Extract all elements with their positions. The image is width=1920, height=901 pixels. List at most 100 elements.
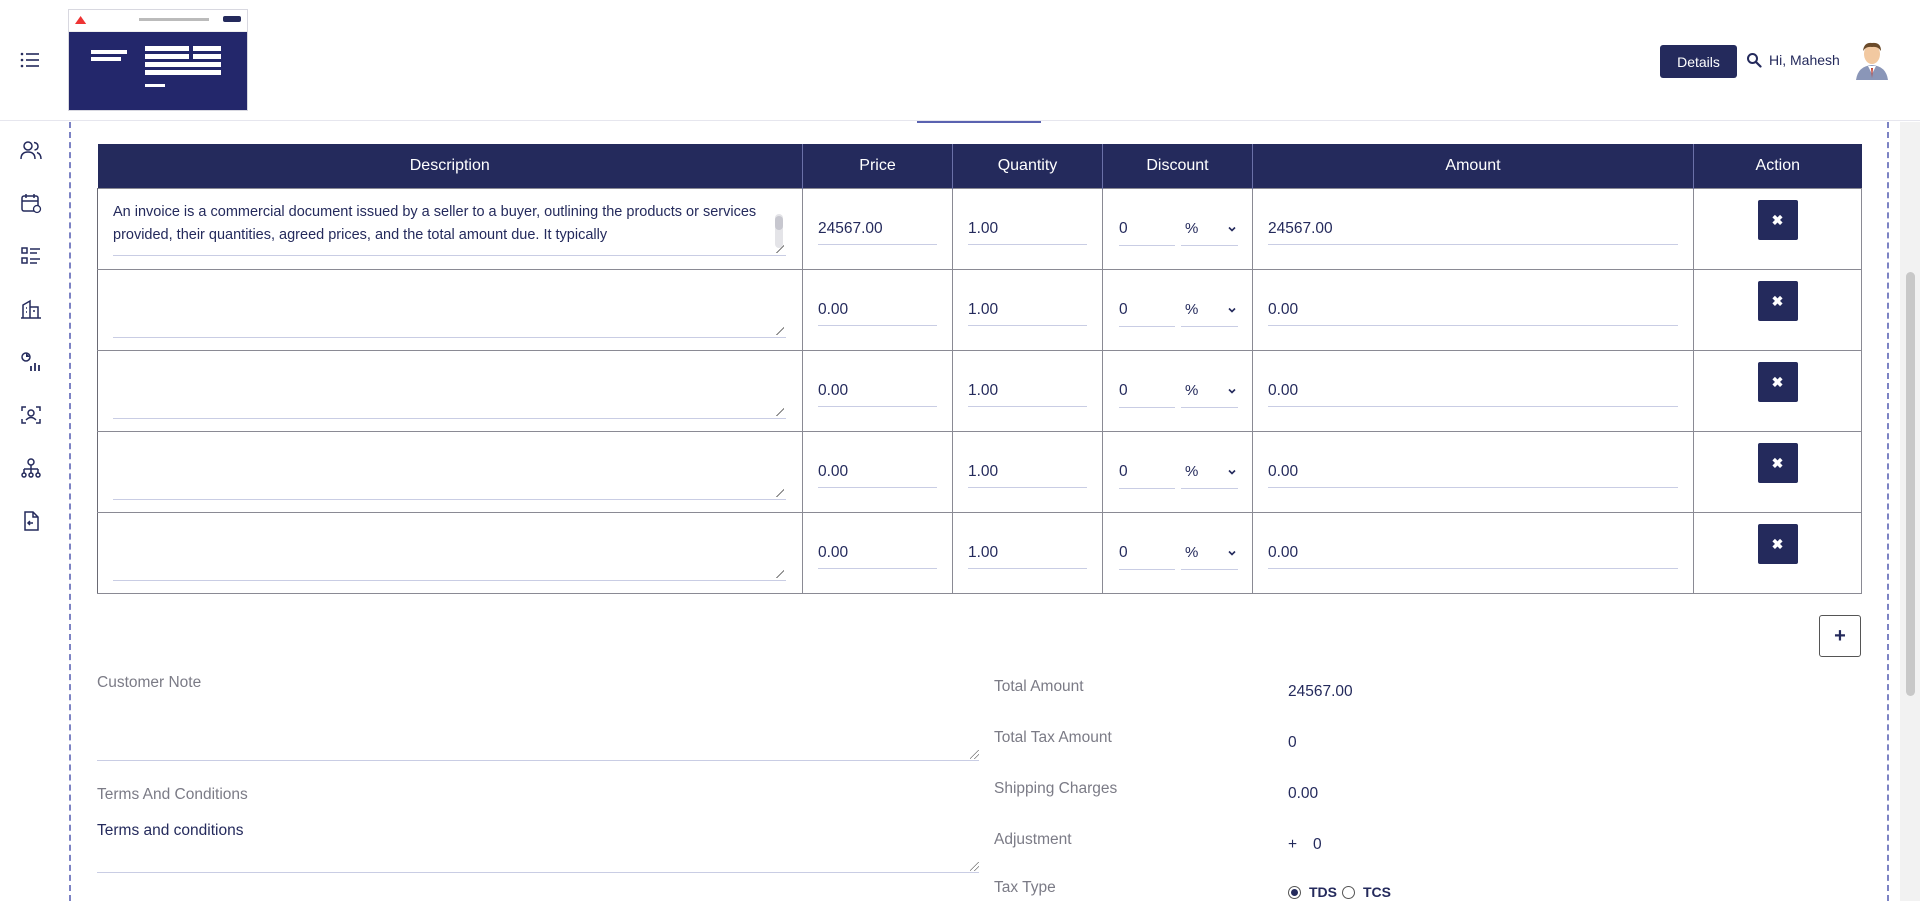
calendar-icon[interactable] [20,192,42,214]
price-input[interactable]: 0.00 [818,456,937,488]
content-frame-right-border [1887,122,1889,901]
user-greeting[interactable]: Hi, Mahesh [1769,52,1840,68]
discount-input[interactable]: 0 [1119,455,1175,489]
content-frame-left-border [69,122,71,901]
description-textarea[interactable] [113,281,786,338]
chart-icon[interactable] [20,351,42,373]
price-input[interactable]: 0.00 [818,294,937,326]
description-textarea[interactable] [113,362,786,419]
close-icon: ✖ [1771,211,1784,228]
discount-type-value: % [1185,462,1199,480]
quantity-input[interactable]: 1.00 [968,213,1087,245]
search-icon[interactable] [1746,52,1762,68]
building-icon[interactable] [20,298,42,320]
plus-icon: + [1834,625,1846,647]
chevron-down-icon [1228,307,1236,313]
user-avatar[interactable] [1852,38,1892,80]
description-textarea[interactable] [113,443,786,500]
discount-type-select[interactable]: % [1181,212,1238,246]
resize-handle[interactable] [775,569,784,578]
amount-input[interactable]: 24567.00 [1268,213,1678,245]
discount-type-select[interactable]: % [1181,374,1238,408]
tds-radio[interactable] [1288,886,1301,899]
document-icon[interactable] [20,510,42,532]
users-icon[interactable] [20,139,42,161]
active-tab-indicator [917,121,1041,123]
delete-row-button[interactable]: ✖ [1757,442,1798,483]
discount-input[interactable]: 0 [1119,374,1175,408]
description-textarea[interactable] [113,524,786,581]
column-header: Description [97,144,803,188]
menu-icon[interactable] [20,50,40,70]
price-input[interactable]: 0.00 [818,375,937,407]
description-textarea[interactable]: An invoice is a commercial document issu… [113,201,786,256]
sidebar [0,122,60,901]
chevron-down-icon [1228,550,1236,556]
delete-row-button[interactable]: ✖ [1757,199,1798,240]
terms-textarea[interactable]: Terms and conditions [97,822,979,873]
quantity-input[interactable]: 1.00 [968,294,1087,326]
quantity-input[interactable]: 1.00 [968,456,1087,488]
resize-handle[interactable] [775,407,784,416]
resize-handle[interactable] [970,862,979,871]
price-input[interactable]: 24567.00 [818,213,937,245]
column-header: Action [1693,144,1862,188]
table-row: 0.00 1.00 0 % 0.00 ✖ [97,349,1862,432]
column-header: Discount [1102,144,1253,188]
table-header-row: Description Price Quantity Discount Amou… [97,144,1862,188]
chevron-down-icon [1228,469,1236,475]
shipping-charges-input[interactable]: 0.00 [1288,785,1318,803]
discount-input[interactable]: 0 [1119,293,1175,327]
delete-row-button[interactable]: ✖ [1757,280,1798,321]
top-header: Details Hi, Mahesh [0,0,1920,121]
discount-type-value: % [1185,543,1199,561]
close-icon: ✖ [1771,373,1784,390]
delete-row-button[interactable]: ✖ [1757,523,1798,564]
list-icon[interactable] [20,245,42,267]
discount-type-select[interactable]: % [1181,536,1238,570]
shipping-charges-label: Shipping Charges [994,780,1118,797]
terms-value: Terms and conditions [97,822,244,839]
total-amount-value: 24567.00 [1288,683,1353,700]
terms-label: Terms And Conditions [97,786,248,803]
resize-handle[interactable] [970,750,979,759]
discount-type-select[interactable]: % [1181,293,1238,327]
details-button[interactable]: Details [1660,45,1737,78]
customer-note-label: Customer Note [97,674,202,691]
company-logo-thumbnail[interactable] [68,9,248,111]
delete-row-button[interactable]: ✖ [1757,361,1798,402]
total-tax-label: Total Tax Amount [994,729,1112,746]
table-row: An invoice is a commercial document issu… [97,187,1862,270]
discount-input[interactable]: 0 [1119,536,1175,570]
adjustment-label: Adjustment [994,831,1072,848]
quantity-input[interactable]: 1.00 [968,375,1087,407]
invoice-items-table: Description Price Quantity Discount Amou… [97,144,1862,594]
discount-type-value: % [1185,219,1199,237]
amount-input[interactable]: 0.00 [1268,537,1678,569]
amount-input[interactable]: 0.00 [1268,375,1678,407]
textarea-scrollbar[interactable] [775,214,783,248]
tcs-radio[interactable] [1342,886,1355,899]
scan-user-icon[interactable] [20,404,42,426]
resize-handle[interactable] [775,326,784,335]
amount-input[interactable]: 0.00 [1268,456,1678,488]
tax-type-label: Tax Type [994,879,1056,896]
amount-input[interactable]: 0.00 [1268,294,1678,326]
price-input[interactable]: 0.00 [818,537,937,569]
discount-type-select[interactable]: % [1181,455,1238,489]
discount-type-value: % [1185,381,1199,399]
customer-note-textarea[interactable] [97,704,979,761]
page-scrollbar-thumb[interactable] [1906,272,1915,696]
total-amount-label: Total Amount [994,678,1084,695]
org-chart-icon[interactable] [20,457,42,479]
adjustment-sign[interactable]: + [1288,836,1297,854]
resize-handle[interactable] [775,488,784,497]
table-row: 0.00 1.00 0 % 0.00 ✖ [97,268,1862,351]
tds-radio-label[interactable]: TDS [1309,884,1337,900]
resize-handle[interactable] [775,244,784,253]
add-row-button[interactable]: + [1819,615,1861,657]
discount-input[interactable]: 0 [1119,212,1175,246]
quantity-input[interactable]: 1.00 [968,537,1087,569]
adjustment-input[interactable]: 0 [1313,836,1322,854]
tcs-radio-label[interactable]: TCS [1363,884,1391,900]
